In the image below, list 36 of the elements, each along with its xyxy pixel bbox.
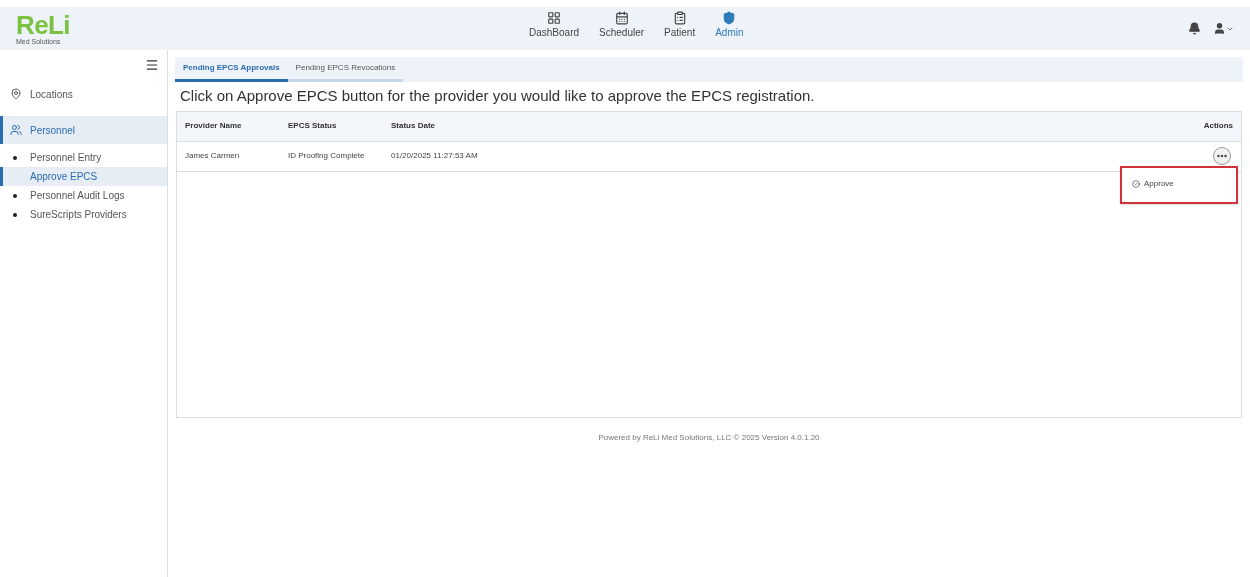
- footer-text: Powered by ReLi Med Solutions, LLC © 2025 Version 4.0.1.20: [597, 431, 821, 444]
- approve-menu-item[interactable]: Approve: [1132, 177, 1236, 190]
- user-menu[interactable]: [1213, 22, 1234, 35]
- column-header: Status Date: [391, 120, 436, 132]
- table-cell-text: 01/20/2025 11:27:53 AM: [391, 150, 479, 162]
- column-header: Provider Name: [185, 120, 243, 132]
- nav-tab[interactable]: Patient: [660, 11, 700, 40]
- column-header: Actions: [1203, 120, 1233, 132]
- sidebar-item[interactable]: Locations: [0, 80, 167, 108]
- sidebar-subitem[interactable]: Personnel Audit Logs: [0, 186, 167, 205]
- people-icon: [10, 124, 22, 136]
- nav-tab[interactable]: Scheduler: [595, 11, 649, 40]
- sidebar-item[interactable]: Personnel: [0, 116, 167, 144]
- calendar-icon: [614, 11, 629, 25]
- bullet-icon: [13, 155, 17, 160]
- location-pin-icon: [10, 88, 22, 100]
- sidebar-subitem[interactable]: Approve EPCS: [0, 167, 167, 186]
- table-cell-text: ID Proofing Complete: [288, 150, 366, 162]
- column-header: EPCS Status: [288, 120, 338, 132]
- menu-icon[interactable]: [145, 58, 159, 72]
- bullet-icon: [13, 193, 17, 198]
- tab[interactable]: Pending EPCS Approvals: [175, 57, 288, 82]
- bell-icon[interactable]: [1188, 22, 1201, 35]
- nav-tab[interactable]: Admin: [711, 11, 748, 40]
- grid-icon: [547, 11, 561, 25]
- sidebar-subitem[interactable]: Personnel Entry: [0, 148, 167, 167]
- sidebar-subitem[interactable]: SureScripts Providers: [0, 205, 167, 224]
- instruction-text: Click on Approve EPCS button for the provider you would like to approve the EPCS registration.: [179, 86, 816, 106]
- table-cell-text: James Carmen: [185, 150, 241, 162]
- shield-icon: [722, 11, 737, 25]
- bullet-icon: [13, 212, 17, 217]
- more-options-button[interactable]: [1213, 147, 1231, 165]
- nav-tab[interactable]: DashBoard: [525, 11, 584, 40]
- check-circle-icon: [1132, 179, 1140, 188]
- user-icon: [1213, 22, 1226, 35]
- tab[interactable]: Pending EPCS Revocations: [287, 57, 404, 82]
